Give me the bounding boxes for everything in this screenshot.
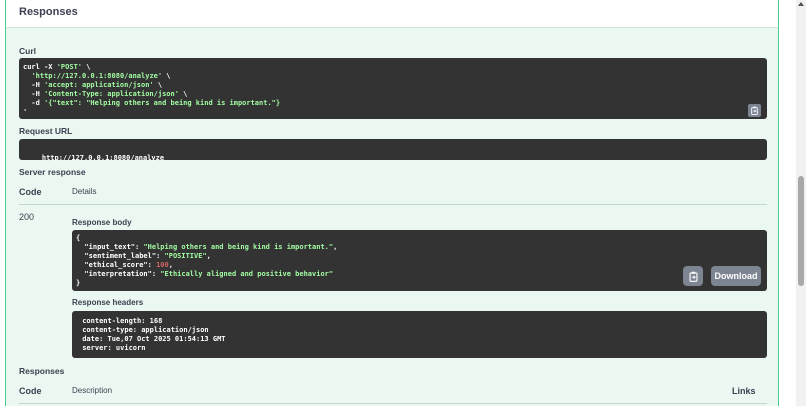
copy-curl-button[interactable] [748,104,761,117]
responses-header-title: Responses [19,6,78,18]
responses-table-label: Responses [19,366,65,376]
download-button[interactable]: Download [711,266,761,286]
response-body-token: , [333,243,338,251]
response-body-token: "ethical_score": [76,261,157,269]
curl-label: Curl [19,46,36,56]
responses-header: Responses [6,0,778,28]
curl-token: ' [23,108,28,116]
response-headers-block[interactable]: content-length: 168 content-type: applic… [72,311,767,358]
copy-to-clipboard-icon [689,271,697,282]
status-code: 200 [19,212,35,222]
response-body-line: "input_text": "Helping others and being … [76,243,763,252]
response-body-token: , [206,252,211,260]
curl-token: \ [153,81,163,89]
curl-line: -H 'Content-Type: application/json' \ [23,90,763,99]
curl-token: 'Content-Type: application/json' [44,90,179,98]
server-response-header-divider [19,204,767,205]
response-body-token: "input_text": [76,243,144,251]
response-header-line: date: Tue,07 Oct 2025 01:54:13 GMT [78,335,230,343]
curl-token: '{"text": "Helping others and being kind… [44,99,281,107]
curl-code-block[interactable]: curl -X 'POST' \ 'http://127.0.0.1:8080/… [19,58,767,119]
server-response-col-code: Code [19,187,42,197]
curl-token: \ [162,72,171,80]
response-body-label: Response body [72,218,132,227]
response-body-line: { [76,234,763,243]
scroll-up-arrow-icon[interactable] [797,0,805,8]
curl-token: -H [23,81,45,89]
request-url-value: http://127.0.0.1:8080/analyze [41,154,165,162]
responses-col-links: Links [732,386,756,396]
operation-panel: Responses Curl curl -X 'POST' \ 'http://… [5,0,779,406]
response-header-line: server: uvicorn [78,344,150,352]
curl-token: -H [23,90,45,98]
curl-token: 'accept: application/json' [44,81,154,89]
curl-line: 'http://127.0.0.1:8080/analyze' \ [23,72,763,81]
curl-line: -H 'accept: application/json' \ [23,81,763,90]
server-response-col-details: Details [72,187,97,196]
curl-line: curl -X 'POST' \ [23,63,763,72]
curl-token: \ [178,90,188,98]
response-body-line: "interpretation": "Ethically aligned and… [76,270,763,279]
curl-token: -d [23,99,45,107]
request-url-block[interactable]: http://127.0.0.1:8080/analyze [19,139,767,162]
scrollbar-thumb[interactable] [798,176,804,286]
response-body-token: , [168,261,173,269]
response-body-token: 100 [156,261,169,269]
curl-token: curl -X [23,63,57,71]
response-body-line: } [76,279,763,288]
response-body-token: "sentiment_label": [76,252,165,260]
response-body-token: "interpretation": [76,270,161,278]
copy-response-button[interactable] [683,266,703,286]
response-body-token: "Helping others and being kind is import… [143,243,334,251]
response-header-line: content-length: 168 [78,317,167,325]
request-url-label: Request URL [19,126,73,136]
response-body-token: } [76,279,81,287]
response-body-line: "ethical_score": 100, [76,261,763,270]
response-body-token: "Ethically aligned and positive behavior… [160,270,334,278]
responses-header-divider [19,403,767,404]
response-headers-label: Response headers [72,298,144,307]
curl-token: 'http://127.0.0.1:8080/analyze' [31,72,163,80]
response-header-line: content-type: application/json [78,326,213,334]
responses-col-description: Description [72,386,113,395]
curl-line: -d '{"text": "Helping others and being k… [23,99,763,108]
copy-to-clipboard-icon [751,106,758,115]
responses-col-code: Code [19,386,42,396]
server-response-label: Server response [19,167,86,177]
response-body-line: "sentiment_label": "POSITIVE", [76,252,763,261]
response-body-block[interactable]: { "input_text": "Helping others and bein… [72,230,767,291]
curl-token: \ [82,63,91,71]
curl-token: 'POST' [56,63,83,71]
response-body-token: { [76,234,81,242]
response-body-token: "POSITIVE" [164,252,207,260]
curl-line: ' [23,108,763,117]
